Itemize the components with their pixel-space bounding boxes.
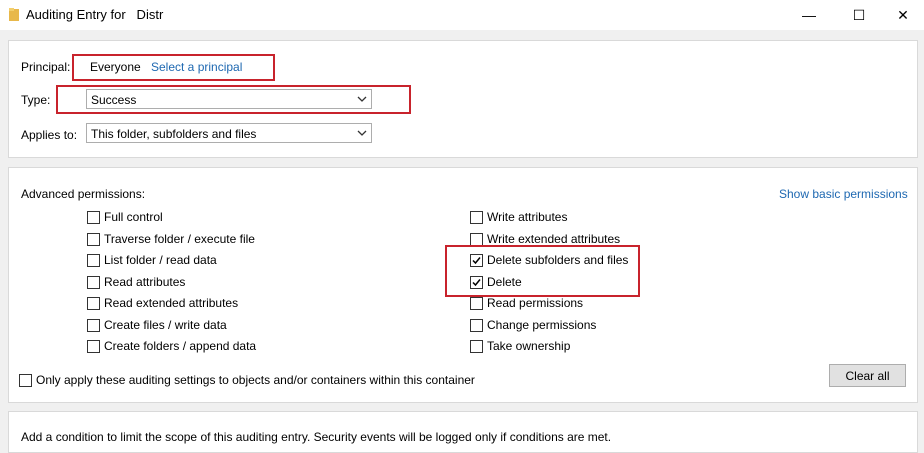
checkmark-icon [472, 278, 481, 286]
checkbox-box[interactable] [470, 210, 483, 224]
maximize-button[interactable]: ☐ [836, 0, 882, 30]
checkbox-label: List folder / read data [104, 253, 217, 267]
checkbox-label: Write attributes [487, 210, 568, 224]
checkbox-read-permissions[interactable]: Read permissions [470, 295, 583, 311]
clear-all-button[interactable]: Clear all [829, 364, 906, 387]
advanced-permissions-heading: Advanced permissions: [21, 187, 146, 201]
checkbox-delete[interactable]: Delete [470, 274, 522, 290]
checkbox-label: Create files / write data [104, 318, 227, 332]
maximize-icon: ☐ [852, 6, 866, 23]
checkbox-label: Traverse folder / execute file [104, 232, 255, 246]
minimize-icon: — [802, 7, 816, 23]
close-icon: ✕ [897, 6, 909, 23]
checkbox-box[interactable] [470, 339, 483, 353]
checkbox-label: Read extended attributes [104, 296, 239, 310]
checkbox-box[interactable] [87, 275, 100, 289]
checkbox-traverse-folder[interactable]: Traverse folder / execute file [87, 231, 255, 247]
chevron-down-icon [357, 96, 367, 102]
checkbox-take-ownership[interactable]: Take ownership [470, 338, 570, 354]
checkbox-box[interactable] [470, 275, 483, 289]
checkbox-full-control[interactable]: Full control [87, 209, 163, 225]
applies-to-dropdown-value: This folder, subfolders and files [91, 127, 257, 141]
checkbox-label: Change permissions [487, 318, 597, 332]
window-title: Auditing Entry for Distr [26, 7, 164, 22]
checkbox-label: Create folders / append data [104, 339, 257, 353]
checkbox-label: Read attributes [104, 275, 186, 289]
type-dropdown-value: Success [91, 93, 137, 107]
checkbox-label: Take ownership [487, 339, 571, 353]
checkmark-icon [472, 256, 481, 264]
advanced-permissions-panel: Advanced permissions: Show basic permiss… [8, 167, 918, 403]
clear-all-label: Clear all [845, 368, 890, 383]
checkbox-label: Only apply these auditing settings to ob… [36, 373, 475, 387]
condition-panel: Add a condition to limit the scope of th… [8, 411, 918, 453]
checkbox-box[interactable] [470, 318, 483, 332]
checkbox-create-folders[interactable]: Create folders / append data [87, 338, 256, 354]
checkbox-create-files[interactable]: Create files / write data [87, 317, 227, 333]
checkbox-delete-subfolders[interactable]: Delete subfolders and files [470, 252, 628, 268]
checkbox-box[interactable] [87, 318, 100, 332]
select-principal-link[interactable]: Select a principal [151, 60, 242, 74]
checkbox-box[interactable] [19, 373, 32, 387]
checkbox-label: Read permissions [487, 296, 584, 310]
show-basic-permissions-link[interactable]: Show basic permissions [779, 187, 908, 201]
checkbox-read-extended-attributes[interactable]: Read extended attributes [87, 295, 238, 311]
checkbox-read-attributes[interactable]: Read attributes [87, 274, 185, 290]
principal-panel: Principal: Everyone Select a principal T… [8, 40, 918, 158]
minimize-button[interactable]: — [786, 0, 832, 30]
principal-value: Everyone [90, 60, 141, 74]
checkbox-box[interactable] [87, 296, 100, 310]
checkbox-change-permissions[interactable]: Change permissions [470, 317, 596, 333]
checkbox-only-apply[interactable]: Only apply these auditing settings to ob… [19, 372, 475, 388]
type-label: Type: [21, 93, 51, 107]
applies-to-dropdown[interactable]: This folder, subfolders and files [86, 123, 372, 143]
principal-label: Principal: [21, 60, 71, 74]
checkbox-label: Full control [104, 210, 163, 224]
chevron-down-icon [357, 130, 367, 136]
checkbox-write-extended-attributes[interactable]: Write extended attributes [470, 231, 620, 247]
checkbox-label: Delete [487, 275, 522, 289]
checkbox-box[interactable] [87, 253, 100, 267]
checkbox-box[interactable] [470, 296, 483, 310]
checkbox-box[interactable] [87, 339, 100, 353]
checkbox-write-attributes[interactable]: Write attributes [470, 209, 567, 225]
checkbox-label: Write extended attributes [487, 232, 621, 246]
condition-description: Add a condition to limit the scope of th… [21, 430, 612, 444]
applies-to-label: Applies to: [21, 128, 78, 142]
checkbox-label: Delete subfolders and files [487, 253, 629, 267]
checkbox-box[interactable] [87, 210, 100, 224]
title-bar: Auditing Entry for Distr — ☐ ✕ [0, 0, 924, 30]
type-dropdown[interactable]: Success [86, 89, 372, 109]
close-button[interactable]: ✕ [880, 0, 924, 30]
checkbox-box[interactable] [87, 232, 100, 246]
checkbox-box[interactable] [470, 232, 483, 246]
checkbox-list-folder[interactable]: List folder / read data [87, 252, 217, 268]
folder-icon [9, 8, 19, 21]
checkbox-box[interactable] [470, 253, 483, 267]
